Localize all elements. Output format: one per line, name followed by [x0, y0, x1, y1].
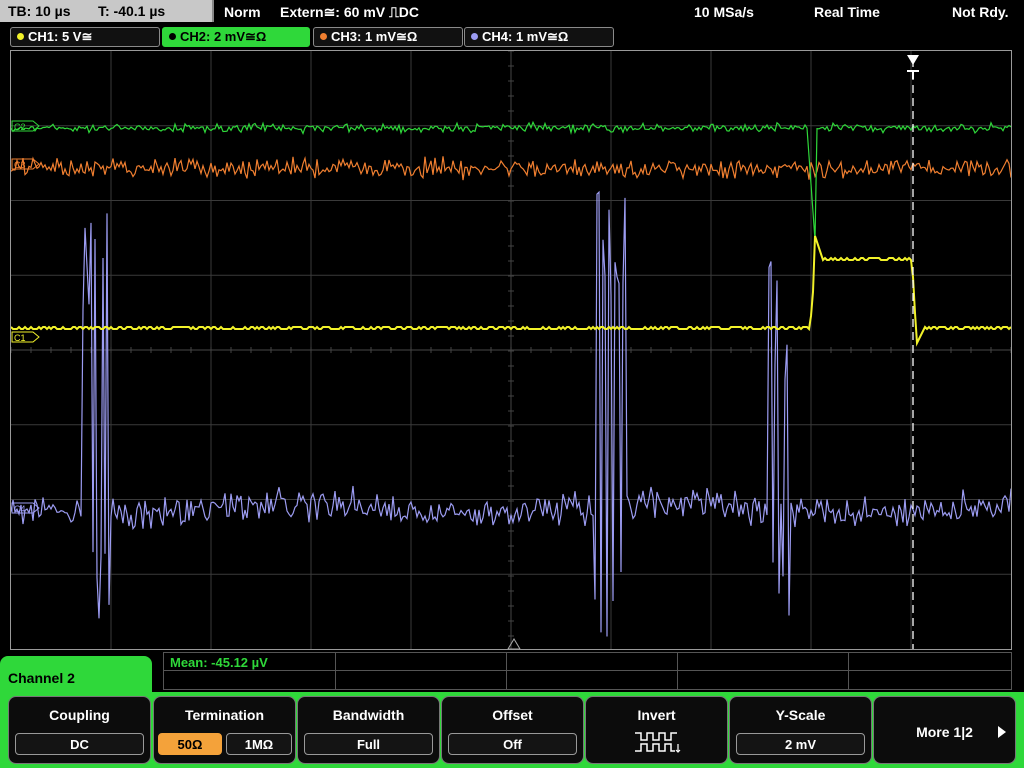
coupling-softkey[interactable]: Coupling DC: [8, 696, 151, 764]
trigger-t-icon: [907, 70, 919, 79]
bandwidth-title: Bandwidth: [332, 707, 405, 723]
ch3-dot-icon: [320, 33, 327, 41]
coupling-title: Coupling: [49, 707, 110, 723]
softkey-bar: Coupling DC Termination 50Ω 1MΩ Bandwidt…: [0, 692, 1024, 768]
offset-value[interactable]: Off: [448, 733, 577, 755]
yscale-value[interactable]: 2 mV: [736, 733, 865, 755]
waveform-svg: C2 C3 C1 C4: [11, 51, 1011, 649]
invert-waveform-icon: [635, 732, 681, 753]
ch1-marker[interactable]: C1: [11, 331, 40, 343]
timebase-box[interactable]: TB: 10 µs T: -40.1 µs: [0, 0, 214, 22]
ch3-tab-label: CH3: 1 mV≅Ω: [331, 29, 418, 44]
measurement-panel: Mean: -45.12 µV: [163, 652, 1012, 690]
termination-50ohm-option[interactable]: 50Ω: [158, 733, 222, 755]
termination-title: Termination: [184, 707, 265, 723]
meas-divider: [677, 653, 678, 689]
yscale-title: Y-Scale: [775, 707, 826, 723]
center-marker-icon: [507, 638, 521, 649]
ch1-dot-icon: [17, 33, 24, 41]
trigger-status: Not Rdy.: [952, 4, 1009, 20]
yscale-softkey[interactable]: Y-Scale 2 mV: [729, 696, 872, 764]
ch2-tab-label: CH2: 2 mV≅Ω: [180, 29, 267, 44]
meas-divider: [164, 670, 1011, 671]
more-label: More 1|2: [916, 724, 973, 740]
trigger-source[interactable]: Extern≅: 60 mV ⎍DC: [280, 0, 419, 24]
termination-1mohm-option[interactable]: 1MΩ: [226, 733, 292, 755]
trigger-mode[interactable]: Norm: [224, 0, 261, 24]
trigger-arrow-icon[interactable]: [907, 55, 919, 65]
bandwidth-value[interactable]: Full: [304, 733, 433, 755]
svg-text:C3: C3: [14, 160, 26, 170]
channel-tab-ch2[interactable]: CH2: 2 mV≅Ω: [162, 27, 310, 47]
ch4-tab-label: CH4: 1 mV≅Ω: [482, 29, 569, 44]
svg-text:C1: C1: [14, 333, 26, 343]
svg-text:C4: C4: [14, 504, 26, 514]
meas-divider: [335, 653, 336, 689]
sample-rate: 10 MSa/s: [694, 4, 754, 20]
acquisition-mode[interactable]: Real Time: [814, 0, 880, 24]
svg-text:C2: C2: [14, 122, 26, 132]
termination-softkey[interactable]: Termination 50Ω 1MΩ: [153, 696, 296, 764]
channel-tab-ch3[interactable]: CH3: 1 mV≅Ω: [313, 27, 463, 47]
meas-divider: [506, 653, 507, 689]
ch1-tab-label: CH1: 5 V≅: [28, 29, 93, 44]
offset-title: Offset: [492, 707, 533, 723]
offset-softkey[interactable]: Offset Off: [441, 696, 584, 764]
channel-tab-ch1[interactable]: CH1: 5 V≅: [10, 27, 160, 47]
status-bar: TB: 10 µs T: -40.1 µs Norm Extern≅: 60 m…: [0, 0, 1024, 24]
timebase-value: TB: 10 µs: [8, 3, 71, 19]
chevron-right-icon: [998, 726, 1006, 738]
ch4-dot-icon: [471, 33, 478, 41]
menu-title: Channel 2: [8, 670, 75, 686]
graticule: [11, 51, 1011, 649]
waveform-display[interactable]: C2 C3 C1 C4: [10, 50, 1012, 650]
invert-title: Invert: [637, 707, 676, 723]
measurement-mean[interactable]: Mean: -45.12 µV: [170, 655, 268, 670]
ch2-dot-icon: [169, 33, 176, 41]
trigger-position-value: T: -40.1 µs: [98, 3, 166, 19]
channel-tab-ch4[interactable]: CH4: 1 mV≅Ω: [464, 27, 614, 47]
coupling-value[interactable]: DC: [15, 733, 144, 755]
bandwidth-softkey[interactable]: Bandwidth Full: [297, 696, 440, 764]
meas-divider: [848, 653, 849, 689]
channel-tabs: CH1: 5 V≅ CH2: 2 mV≅Ω CH3: 1 mV≅Ω CH4: 1…: [0, 26, 1024, 48]
more-softkey[interactable]: More 1|2: [873, 696, 1016, 764]
invert-softkey[interactable]: Invert: [585, 696, 728, 764]
ch4-marker[interactable]: C4: [11, 502, 40, 514]
